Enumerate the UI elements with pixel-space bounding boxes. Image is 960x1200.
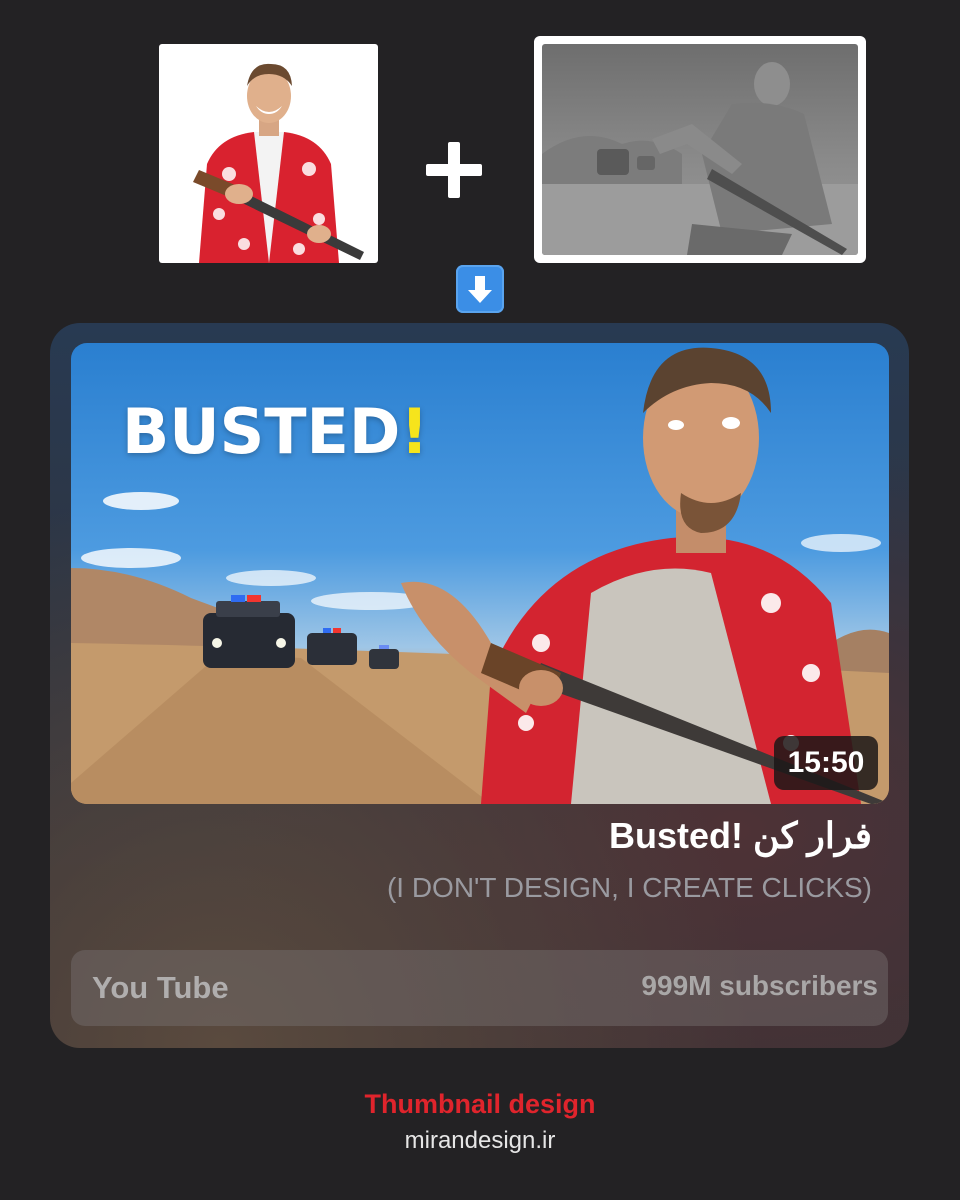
headline-exclamation: ! [400,395,429,468]
video-card[interactable]: BUSTED! 15:50 Busted! فرار کن (I DON'T D… [50,323,909,1048]
sculpture-illustration [542,62,858,255]
video-thumbnail[interactable]: BUSTED! 15:50 [71,343,889,804]
police-car [307,628,357,665]
duration-badge: 15:50 [774,736,878,790]
video-title[interactable]: Busted! فرار کن [609,815,872,857]
person-illustration [193,63,364,263]
plus-icon [426,142,482,198]
video-subtitle: (I DON'T DESIGN, I CREATE CLICKS) [386,872,872,903]
source-render [534,36,866,263]
subscriber-count: 999M subscribers [641,970,878,1001]
channel-bar[interactable]: You Tube 999M subscribers [71,950,888,1026]
channel-name[interactable]: You Tube [92,970,229,1006]
police-car [203,595,295,668]
headline-text: BUSTED [122,395,401,468]
down-arrow-icon [456,265,504,313]
thumbnail-headline: BUSTED! [122,395,429,468]
footer-website[interactable]: mirandesign.ir [0,1127,960,1155]
footer-title: Thumbnail design [364,1089,596,1119]
render-frame [542,44,858,255]
source-photo [159,44,378,263]
police-car [369,645,399,669]
